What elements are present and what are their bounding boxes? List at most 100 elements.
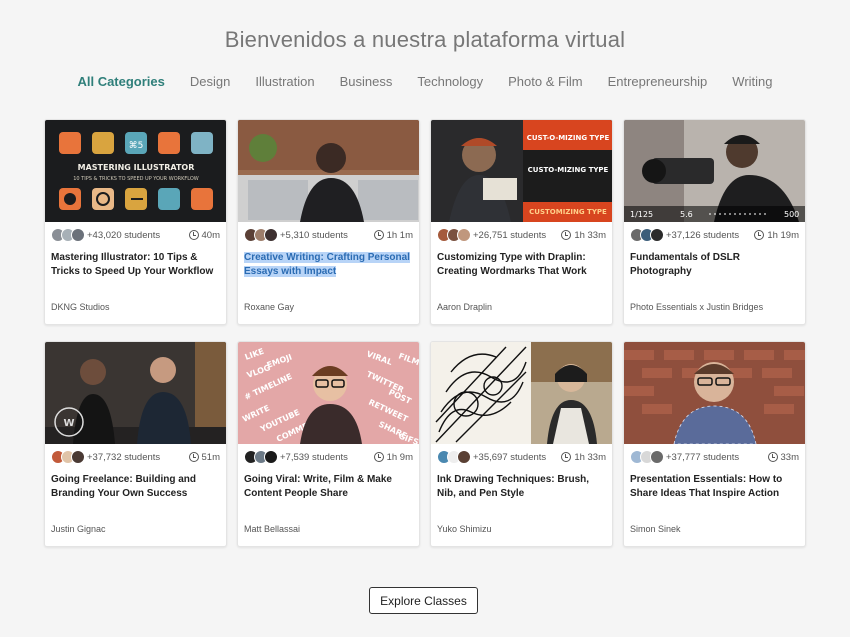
student-count-text: +26,751 students [473,229,547,241]
thumb-aperture-text: 5.6 [680,210,693,219]
course-card[interactable]: +5,310 students 1h 1m Creative Writing: … [237,119,420,325]
clock-icon [561,230,572,240]
course-duration: 1h 19m [754,230,799,241]
course-author[interactable]: Matt Bellassai [244,524,300,534]
course-card[interactable]: LIKE VLOG EMOJI # TIMELINE WRITE YOUTUBE… [237,341,420,547]
category-tabs: All Categories Design Illustration Busin… [0,74,850,89]
clock-icon [188,452,199,462]
course-thumbnail: LIKE VLOG EMOJI # TIMELINE WRITE YOUTUBE… [238,342,419,444]
course-author[interactable]: Roxane Gay [244,302,294,312]
thumb-text: CUST-O-MIZING TYPE [527,134,610,142]
student-count: +37,777 students [630,450,739,464]
course-title[interactable]: Customizing Type with Draplin: Creating … [431,242,612,283]
course-duration: 1h 33m [561,230,606,241]
duration-text: 1h 19m [767,229,799,241]
duration-text: 1h 33m [574,229,606,241]
course-author[interactable]: Simon Sinek [630,524,681,534]
course-title[interactable]: Ink Drawing Techniques: Brush, Nib, and … [431,464,612,505]
duration-text: 1h 1m [386,229,413,241]
clock-icon [767,452,778,462]
thumb-text: CUSTOMIZING TYPE [529,208,607,216]
clock-icon [561,452,572,462]
student-count-text: +35,697 students [473,451,547,463]
course-thumbnail: ⌘5 MASTERING ILLUSTRATOR 10 TIPS & TRICK… [45,120,226,222]
avatar-group [437,450,471,464]
duration-text: 33m [780,451,799,463]
student-count: +37,732 students [51,450,160,464]
course-thumbnail: W [45,342,226,444]
course-duration: 1h 33m [561,452,606,463]
course-title[interactable]: Going Viral: Write, Film & Make Content … [238,464,419,505]
explore-classes-button[interactable]: Explore Classes [369,587,478,614]
avatar [71,450,85,464]
thumb-text: CUSTO-MIZING TYPE [528,166,609,174]
student-count: +43,020 students [51,228,160,242]
tab-illustration[interactable]: Illustration [255,74,314,89]
course-thumbnail [238,120,419,222]
thumb-logo-text: W [63,418,74,429]
course-author[interactable]: DKNG Studios [51,302,110,312]
course-author[interactable]: Justin Gignac [51,524,106,534]
thumb-cmd-text: ⌘5 [129,141,144,151]
course-duration: 1h 1m [373,229,413,241]
course-author[interactable]: Aaron Draplin [437,302,492,312]
tab-entrepreneurship[interactable]: Entrepreneurship [608,74,708,89]
course-thumbnail [431,342,612,444]
course-card[interactable]: +35,697 students 1h 33m Ink Drawing Tech… [430,341,613,547]
course-duration: 1h 9m [373,451,413,463]
avatar-group [244,450,278,464]
course-duration: 33m [767,451,799,463]
duration-text: 40m [201,229,220,241]
course-duration: 40m [188,229,220,241]
course-title[interactable]: Mastering Illustrator: 10 Tips & Tricks … [45,242,226,283]
student-count: +37,126 students [630,228,739,242]
tab-photo-film[interactable]: Photo & Film [508,74,582,89]
avatar [71,228,85,242]
duration-text: 1h 33m [574,451,606,463]
avatar [650,450,664,464]
avatar [264,450,278,464]
course-card[interactable]: CUST-O-MIZING TYPE CUSTO-MIZING TYPE CUS… [430,119,613,325]
clock-icon [754,230,765,240]
student-count-text: +37,777 students [666,451,740,463]
avatar [457,228,471,242]
clock-icon [373,452,384,462]
clock-icon [188,230,199,240]
tab-writing[interactable]: Writing [732,74,772,89]
avatar-group [51,228,85,242]
avatar-group [630,450,664,464]
student-count-text: +5,310 students [280,229,348,241]
course-title[interactable]: Fundamentals of DSLR Photography [624,242,805,283]
duration-text: 1h 9m [386,451,413,463]
tab-technology[interactable]: Technology [417,74,483,89]
course-card[interactable]: W +37,732 students 51m Going Freelance: … [44,341,227,547]
course-card[interactable]: 1/125 5.6 500 +37,126 students 1h 19m Fu… [623,119,806,325]
course-author[interactable]: Yuko Shimizu [437,524,492,534]
page-title: Bienvenidos a nuestra plataforma virtual [224,27,626,52]
course-card[interactable]: ⌘5 MASTERING ILLUSTRATOR 10 TIPS & TRICK… [44,119,227,325]
course-grid: ⌘5 MASTERING ILLUSTRATOR 10 TIPS & TRICK… [44,119,806,547]
thumb-title-text: MASTERING ILLUSTRATOR [78,163,195,172]
course-card[interactable]: +37,777 students 33m Presentation Essent… [623,341,806,547]
avatar-group [630,228,664,242]
thumb-subtitle-text: 10 TIPS & TRICKS TO SPEED UP YOUR WORKFL… [73,176,199,182]
thumb-shutter-text: 1/125 [630,210,653,219]
course-title[interactable]: Presentation Essentials: How to Share Id… [624,464,805,505]
tab-all-categories[interactable]: All Categories [77,74,164,89]
tab-design[interactable]: Design [190,74,230,89]
tab-business[interactable]: Business [340,74,393,89]
course-title[interactable]: Creative Writing: Crafting Personal Essa… [238,242,419,283]
course-author[interactable]: Photo Essentials x Justin Bridges [630,302,763,312]
thumb-iso-text: 500 [784,210,799,219]
course-title[interactable]: Going Freelance: Building and Branding Y… [45,464,226,505]
avatar [650,228,664,242]
student-count-text: +43,020 students [87,229,161,241]
highlighted-title-text: Creative Writing: Crafting Personal Essa… [244,252,410,277]
avatar [457,450,471,464]
student-count-text: +7,539 students [280,451,348,463]
student-count: +7,539 students [244,450,348,464]
course-thumbnail: CUST-O-MIZING TYPE CUSTO-MIZING TYPE CUS… [431,120,612,222]
avatar [264,228,278,242]
course-duration: 51m [188,451,220,463]
duration-text: 51m [201,451,220,463]
